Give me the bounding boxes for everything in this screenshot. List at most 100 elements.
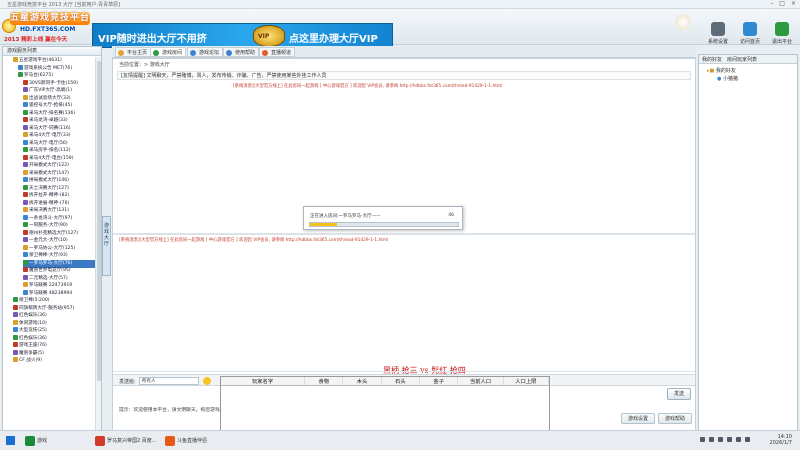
tab-my-friends[interactable]: 我的好友: [702, 56, 722, 63]
start-icon[interactable]: [6, 436, 15, 445]
sidebar-item-label: 魔兽争霸(5): [19, 350, 44, 356]
logo-brand: 五星游戏竞技平台: [10, 12, 91, 25]
chat-divider[interactable]: [113, 233, 695, 235]
game-icon: [23, 132, 28, 137]
tab-game-forum[interactable]: 游戏论坛: [187, 47, 224, 57]
score-column-header: 食物: [304, 377, 344, 386]
minimize-button[interactable]: –: [770, 0, 773, 9]
sidebar-item-label: 遥控号大厅-抢排(45): [29, 103, 73, 108]
sidebar-item-label: 罗马台(6275): [24, 73, 54, 78]
exit-platform-button[interactable]: 退出平台: [769, 22, 795, 53]
sidebar-item-label: 一金元大-大厅(10): [29, 238, 68, 243]
sidebar-item-label: 五星游戏平台(4631): [19, 58, 62, 63]
window-titlebar: 五星游戏竞技平台 2013 大厅 [当前用户:青青草原] – □ ×: [0, 0, 800, 9]
sidebar-item-label: 采马4大厅-电厅(33): [29, 133, 71, 138]
game-icon: [23, 282, 28, 287]
send-button[interactable]: 发送: [667, 388, 691, 400]
game-icon: [23, 87, 28, 92]
score-column-header: 木头: [342, 377, 382, 386]
taskbar-item-douyu[interactable]: 斗鱼直播伴侣: [164, 435, 207, 447]
tab-help[interactable]: 使用帮助: [223, 47, 260, 57]
send-target-select[interactable]: 所有人: [139, 377, 199, 385]
forum-icon: [190, 50, 196, 56]
chat-area-bottom: [113, 371, 695, 372]
taskbar-clock[interactable]: 14:10 2026/1/7: [770, 434, 792, 446]
game-icon: [23, 252, 28, 257]
game-icon: [13, 312, 18, 317]
score-column-header: 玩家名字: [221, 377, 306, 386]
notice-bar: [友情提醒] 文明聊天，严禁赌博，骂人，发布传销、诈骗、广告，严禁使用某些外挂工…: [117, 71, 691, 80]
sidebar-item-label: 休闲游戏(10): [19, 320, 47, 326]
emoji-icon[interactable]: [203, 377, 211, 385]
sidebar-item-label: 采马龙湾-卓越(33): [29, 118, 68, 123]
game-icon: [23, 162, 28, 167]
game-icon: [13, 349, 18, 355]
game-icon: [23, 237, 28, 242]
sidebar-item-label: 魔兽世界电竞厅(95): [29, 268, 71, 273]
game-icon: [13, 357, 18, 362]
logo-slogan: 2013 精彩上线 赢在今天: [4, 37, 68, 43]
sidebar-item-label: 罗马联赛 22473919: [29, 283, 73, 288]
game-icon: [23, 222, 28, 227]
vertical-tab-game-lobby[interactable]: 游戏大厅: [102, 216, 111, 276]
friends-folder[interactable]: ▸■ 我的好友: [707, 67, 736, 74]
sidebar-item-label: 拆开进展-精神-(76): [29, 200, 70, 206]
help-icon: [226, 50, 232, 56]
game-icon: [23, 259, 28, 265]
game-icon: [23, 147, 28, 152]
tips-text: 提示：欢迎使用本平台，请文明聊天，祝您游戏愉快！: [119, 408, 235, 413]
friend-item[interactable]: ● 小猪猪: [717, 75, 738, 82]
system-tray[interactable]: [700, 437, 760, 445]
score-column-header: 人口上限: [503, 377, 550, 386]
game-icon: [23, 207, 28, 212]
game-settings-button[interactable]: 游戏设置: [621, 413, 655, 424]
game-icon: [23, 229, 28, 235]
sidebar-item-label: 拼局模式大厅(146): [29, 178, 69, 183]
game-service-sidebar: 游戏服务列表 五星游戏平台(4631) 游戏系统公告 MET(76) 罗马台(627…: [2, 46, 102, 439]
game-icon: [23, 139, 28, 145]
tab-room-players[interactable]: 房间玩家列表: [727, 56, 757, 63]
weather-icon: [675, 14, 691, 30]
sidebar-item-label: 德州扑克精选大厅(127): [29, 230, 79, 236]
sidebar-item-label: 红色娱乐(36): [19, 335, 47, 341]
game-help-button[interactable]: 游戏帮助: [658, 413, 692, 424]
taskbar-item-browser[interactable]: 罗马复兴帝国2 百度...: [94, 435, 157, 447]
sidebar-item-label: 采马房手-排名(112): [29, 148, 71, 153]
sidebar-item-label: 一同服务-大厅(90): [29, 223, 68, 228]
game-icon: [13, 297, 18, 302]
home-icon: [743, 22, 757, 36]
sidebar-scrollbar[interactable]: [95, 57, 101, 437]
game-icon: [18, 64, 23, 70]
send-to-label: 发送给:: [119, 379, 136, 385]
folder-icon: ▸■: [707, 68, 716, 74]
game-icon: [23, 102, 28, 107]
game-icon: [23, 192, 28, 197]
tab-live[interactable]: 直播频道: [259, 47, 296, 57]
tab-platform-home[interactable]: 平台主页: [115, 47, 152, 57]
taskbar-item-game[interactable]: 游戏: [24, 435, 47, 447]
game-icon: [13, 319, 18, 325]
game-icon: [23, 124, 28, 130]
sidebar-item-label: 同旗棋牌大厅-服务站(957): [19, 305, 75, 311]
dialog-text: 正在进入房间:一罗马罗马-大厅——: [310, 214, 381, 219]
game-icon: [18, 72, 23, 77]
window-title: 五星游戏竞技平台 2013 大厅 [当前用户:青青草原]: [7, 2, 121, 8]
game-icon: [23, 109, 28, 115]
system-settings-button[interactable]: 系统设置: [705, 22, 731, 53]
close-button[interactable]: ×: [791, 0, 796, 9]
breadcrumb: 当前位置：> 游戏大厅: [119, 62, 170, 68]
room-icon: [153, 50, 159, 56]
tab-game-room[interactable]: 游戏房间: [150, 47, 187, 57]
visit-homepage-button[interactable]: 访问首页: [737, 22, 763, 53]
game-icon: [13, 327, 18, 332]
vip-badge-icon: VIP: [253, 25, 285, 47]
game-icon: [23, 199, 28, 205]
system-message: [系统消息][大型官方线上] 在此房间一起游戏 [ 中心游戏官方 ] 欢迎您 V…: [233, 84, 503, 89]
sidebar-item-label: 保卫棒(5:200): [19, 298, 50, 303]
banner-right-text[interactable]: 点这里办理大厅VIP: [289, 30, 378, 45]
maximize-button[interactable]: □: [779, 0, 785, 9]
game-icon: [13, 304, 18, 310]
sidebar-item-label: 一罗马罗马-大厅(76): [29, 260, 73, 266]
vip-banner[interactable]: VIP随时进出大厅不用挤 VIP 点这里办理大厅VIP: [92, 23, 393, 48]
sidebar-item[interactable]: CF 战火(9): [13, 357, 96, 365]
